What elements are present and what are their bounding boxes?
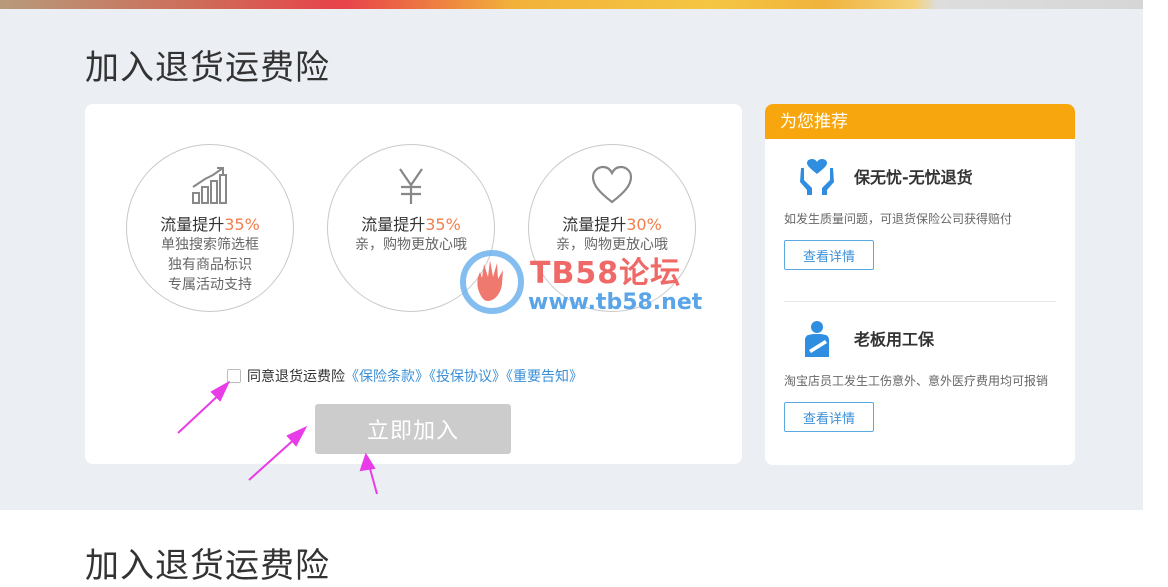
agree-checkbox[interactable] (227, 369, 241, 383)
watermark-hand-logo (460, 250, 524, 314)
recommend-header: 为您推荐 (765, 104, 1075, 139)
agreement-label: 同意退货运费险 (247, 369, 345, 385)
feature-heading: 流量提升35% (361, 215, 461, 234)
recommend-panel: 为您推荐 保无忧-无忧退货 如发生质量问题，可退货保险公司获得赔付 查看详情 老… (765, 104, 1075, 465)
feature-heading: 流量提升35% (160, 215, 260, 234)
feature-traffic-search: 流量提升35% 单独搜索筛选框 独有商品标识 专属活动支持 (126, 144, 294, 312)
heart-icon (529, 165, 695, 207)
feature-line: 单独搜索筛选框 (161, 237, 259, 253)
view-details-button[interactable]: 查看详情 (784, 402, 874, 432)
top-banner (0, 0, 1143, 9)
feature-percent: 30% (626, 215, 662, 234)
watermark-title: TB58论坛 (530, 256, 682, 291)
important-notice-link[interactable]: 《重要告知》 (506, 369, 583, 385)
watermark-url: www.tb58.net (528, 290, 703, 315)
agreement-row: 同意退货运费险《保险条款》《投保协议》《重要告知》 (227, 366, 583, 386)
forum-watermark: TB58论坛 www.tb58.net (458, 248, 718, 318)
feature-line: 专属活动支持 (168, 277, 252, 293)
growth-chart-icon (127, 165, 293, 207)
feature-percent: 35% (425, 215, 461, 234)
page-title-repeat: 加入退货运费险 (85, 546, 330, 586)
hands-heart-icon (798, 158, 836, 196)
feature-heading: 流量提升30% (562, 215, 662, 234)
recommend-description: 淘宝店员工发生工伤意外、意外医疗费用均可报销 (784, 374, 1049, 388)
recommend-divider (784, 301, 1056, 302)
view-details-button[interactable]: 查看详情 (784, 240, 874, 270)
recommend-title: 保无忧-无忧退货 (854, 168, 973, 187)
yen-icon (328, 165, 494, 207)
feature-line: 独有商品标识 (168, 257, 252, 273)
recommend-description: 如发生质量问题，可退货保险公司获得赔付 (784, 212, 1013, 226)
insurance-terms-link[interactable]: 《保险条款》 (345, 369, 429, 385)
page-title: 加入退货运费险 (85, 48, 330, 88)
worker-sling-icon (798, 320, 836, 358)
feature-percent: 35% (224, 215, 260, 234)
recommend-title: 老板用工保 (854, 330, 935, 349)
policy-agreement-link[interactable]: 《投保协议》 (429, 369, 506, 385)
join-now-button[interactable]: 立即加入 (315, 404, 511, 454)
right-margin (1143, 0, 1168, 566)
